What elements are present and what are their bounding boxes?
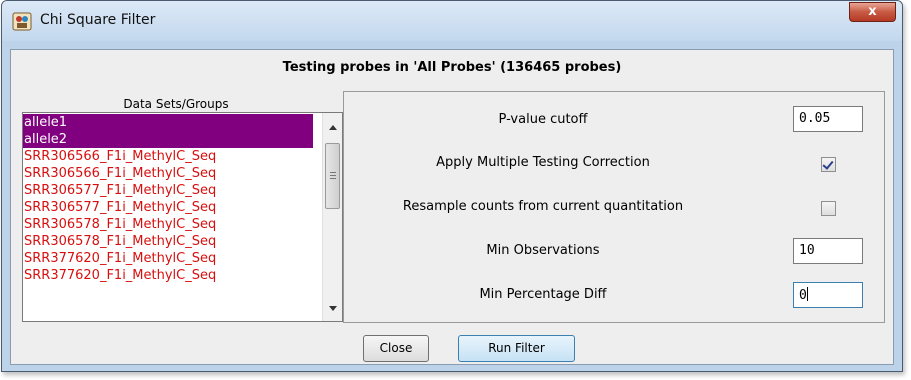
- seqmonk-icon: [12, 12, 32, 31]
- window-close-button[interactable]: x: [849, 2, 896, 22]
- checkmark-icon: [822, 158, 834, 170]
- min-percentage-diff-value: 0: [799, 288, 807, 303]
- resample-checkbox[interactable]: [821, 201, 836, 216]
- title-bar[interactable]: Chi Square Filter x: [2, 1, 902, 41]
- list-item[interactable]: SRR306577_F1i_MethylC_Seq: [23, 182, 313, 199]
- list-item[interactable]: SRR306578_F1i_MethylC_Seq: [23, 216, 313, 233]
- dialog-body: Testing probes in 'All Probes' (136465 p…: [10, 49, 894, 365]
- close-icon: x: [868, 4, 877, 19]
- min-observations-label: Min Observations: [486, 243, 600, 258]
- list-items: allele1 allele2 SRR306566_F1i_MethylC_Seq S…: [23, 114, 313, 284]
- list-item[interactable]: SRR306566_F1i_MethylC_Seq: [23, 165, 313, 182]
- min-percentage-diff-label: Min Percentage Diff: [479, 287, 607, 302]
- run-filter-button[interactable]: Run Filter: [458, 335, 575, 362]
- list-item[interactable]: SRR377620_F1i_MethylC_Seq: [23, 267, 313, 284]
- list-item[interactable]: SRR306578_F1i_MethylC_Seq: [23, 233, 313, 250]
- scroll-up-icon[interactable]: [329, 125, 337, 130]
- window-title: Chi Square Filter: [40, 12, 156, 28]
- data-sets-list[interactable]: allele1 allele2 SRR306566_F1i_MethylC_Seq S…: [22, 112, 343, 322]
- list-item[interactable]: allele1: [23, 114, 313, 131]
- multiple-testing-label: Apply Multiple Testing Correction: [436, 155, 650, 170]
- multiple-testing-checkbox[interactable]: [821, 157, 836, 172]
- min-percentage-diff-input[interactable]: 0: [793, 282, 863, 308]
- scroll-down-icon[interactable]: [329, 306, 337, 311]
- filter-options-panel: P-value cutoff 0.05 Apply Multiple Testi…: [343, 91, 885, 323]
- testing-header: Testing probes in 'All Probes' (136465 p…: [282, 60, 622, 75]
- text-caret: [806, 287, 808, 301]
- pvalue-input[interactable]: 0.05: [793, 106, 863, 132]
- close-button[interactable]: Close: [363, 335, 429, 362]
- chi-square-filter-dialog: Chi Square Filter x Testing probes in 'A…: [1, 0, 903, 372]
- list-item[interactable]: SRR306577_F1i_MethylC_Seq: [23, 199, 313, 216]
- data-sets-groups-label: Data Sets/Groups: [123, 97, 229, 111]
- list-scrollbar[interactable]: [322, 113, 342, 321]
- list-item[interactable]: SRR306566_F1i_MethylC_Seq: [23, 148, 313, 165]
- list-item[interactable]: SRR377620_F1i_MethylC_Seq: [23, 250, 313, 267]
- min-observations-input[interactable]: 10: [793, 238, 863, 264]
- pvalue-label: P-value cutoff: [498, 112, 588, 127]
- list-item[interactable]: allele2: [23, 131, 313, 148]
- resample-label: Resample counts from current quantitatio…: [402, 199, 684, 214]
- scroll-thumb[interactable]: [325, 143, 340, 209]
